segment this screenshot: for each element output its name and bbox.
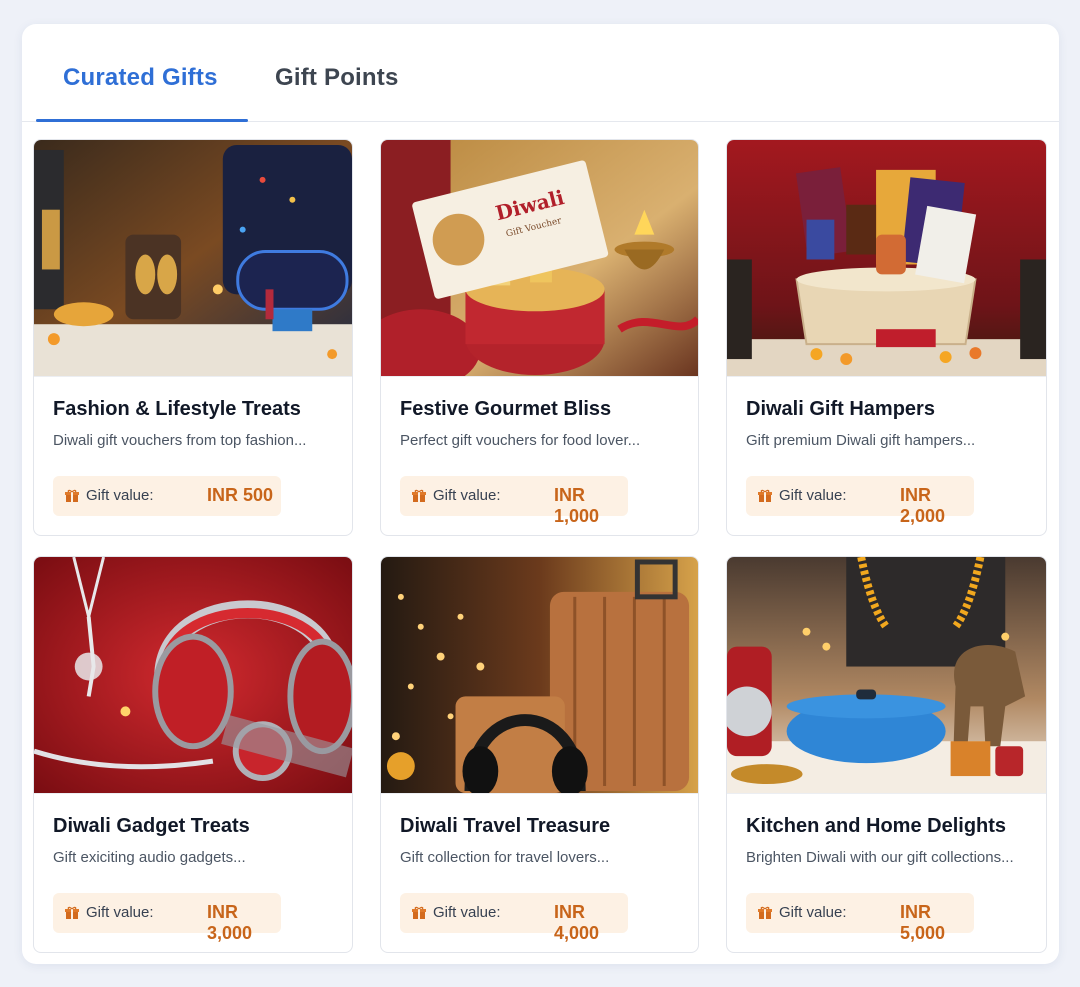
card-title: Fashion & Lifestyle Treats (53, 398, 301, 420)
gift-icon (65, 906, 79, 919)
card-description: Brighten Diwali with our gift collection… (746, 849, 1014, 866)
card-description: Gift exiciting audio gadgets... (53, 849, 246, 866)
gift-card-travel[interactable]: Diwali Travel Treasure Gift collection f… (380, 556, 699, 953)
gift-icon (758, 906, 772, 919)
gift-card-hampers[interactable]: Diwali Gift Hampers Gift premium Diwali … (726, 139, 1047, 536)
travel-luggage-image (381, 557, 698, 794)
active-tab-indicator (36, 119, 248, 122)
gift-card-fashion[interactable]: Fashion & Lifestyle Treats Diwali gift v… (33, 139, 353, 536)
card-title: Diwali Gadget Treats (53, 815, 250, 837)
gift-value-amount: INR 1,000 (554, 485, 600, 526)
gadget-image (34, 557, 352, 794)
gift-value-label: Gift value: (779, 487, 847, 504)
card-description: Perfect gift vouchers for food lover... (400, 432, 641, 449)
gift-icon (758, 489, 772, 502)
card-title: Diwali Gift Hampers (746, 398, 935, 420)
card-title: Kitchen and Home Delights (746, 815, 1007, 837)
gourmet-gift-image: Diwali Gift Voucher (381, 140, 698, 377)
gift-value-chip: Gift value: INR 2,000 (746, 476, 974, 526)
gift-icon (65, 489, 79, 502)
gift-card-grid: Fashion & Lifestyle Treats Diwali gift v… (33, 139, 1047, 953)
gift-value-label: Gift value: (433, 904, 501, 921)
kitchen-home-image (727, 557, 1046, 794)
gift-value-amount: INR 2,000 (900, 485, 946, 526)
gift-value-amount: INR 500 (207, 485, 274, 505)
gift-value-chip: Gift value: INR 1,000 (400, 476, 628, 526)
gift-value-chip: Gift value: INR 500 (53, 476, 281, 516)
gift-card-gourmet[interactable]: Diwali Gift Voucher Festive Gourmet Blis… (380, 139, 699, 536)
gift-icon (412, 489, 426, 502)
gift-value-amount: INR 3,000 (207, 902, 253, 943)
card-title: Diwali Travel Treasure (400, 815, 611, 837)
gift-value-amount: INR 5,000 (900, 902, 946, 943)
gift-value-label: Gift value: (86, 487, 154, 504)
gifts-panel: Curated Gifts Gift Points Fashion & Life… (22, 24, 1059, 964)
gift-value-chip: Gift value: INR 5,000 (746, 893, 974, 943)
gift-card-kitchen[interactable]: Kitchen and Home Delights Brighten Diwal… (726, 556, 1047, 953)
card-description: Diwali gift vouchers from top fashion... (53, 432, 307, 449)
gift-value-label: Gift value: (779, 904, 847, 921)
card-description: Gift premium Diwali gift hampers... (746, 432, 976, 449)
fashion-lifestyle-image (34, 140, 352, 377)
gift-value-chip: Gift value: INR 3,000 (53, 893, 281, 943)
gift-hamper-image (727, 140, 1046, 377)
tab-curated-gifts[interactable]: Curated Gifts (63, 64, 218, 92)
tab-gift-points[interactable]: Gift Points (275, 64, 399, 92)
gift-value-label: Gift value: (86, 904, 154, 921)
tab-bar: Curated Gifts Gift Points (22, 24, 1059, 122)
gift-value-chip: Gift value: INR 4,000 (400, 893, 628, 943)
card-title: Festive Gourmet Bliss (400, 398, 612, 420)
gift-card-gadgets[interactable]: Diwali Gadget Treats Gift exiciting audi… (33, 556, 353, 953)
gift-value-amount: INR 4,000 (554, 902, 600, 943)
gift-value-label: Gift value: (433, 487, 501, 504)
card-description: Gift collection for travel lovers... (400, 849, 610, 866)
gift-icon (412, 906, 426, 919)
